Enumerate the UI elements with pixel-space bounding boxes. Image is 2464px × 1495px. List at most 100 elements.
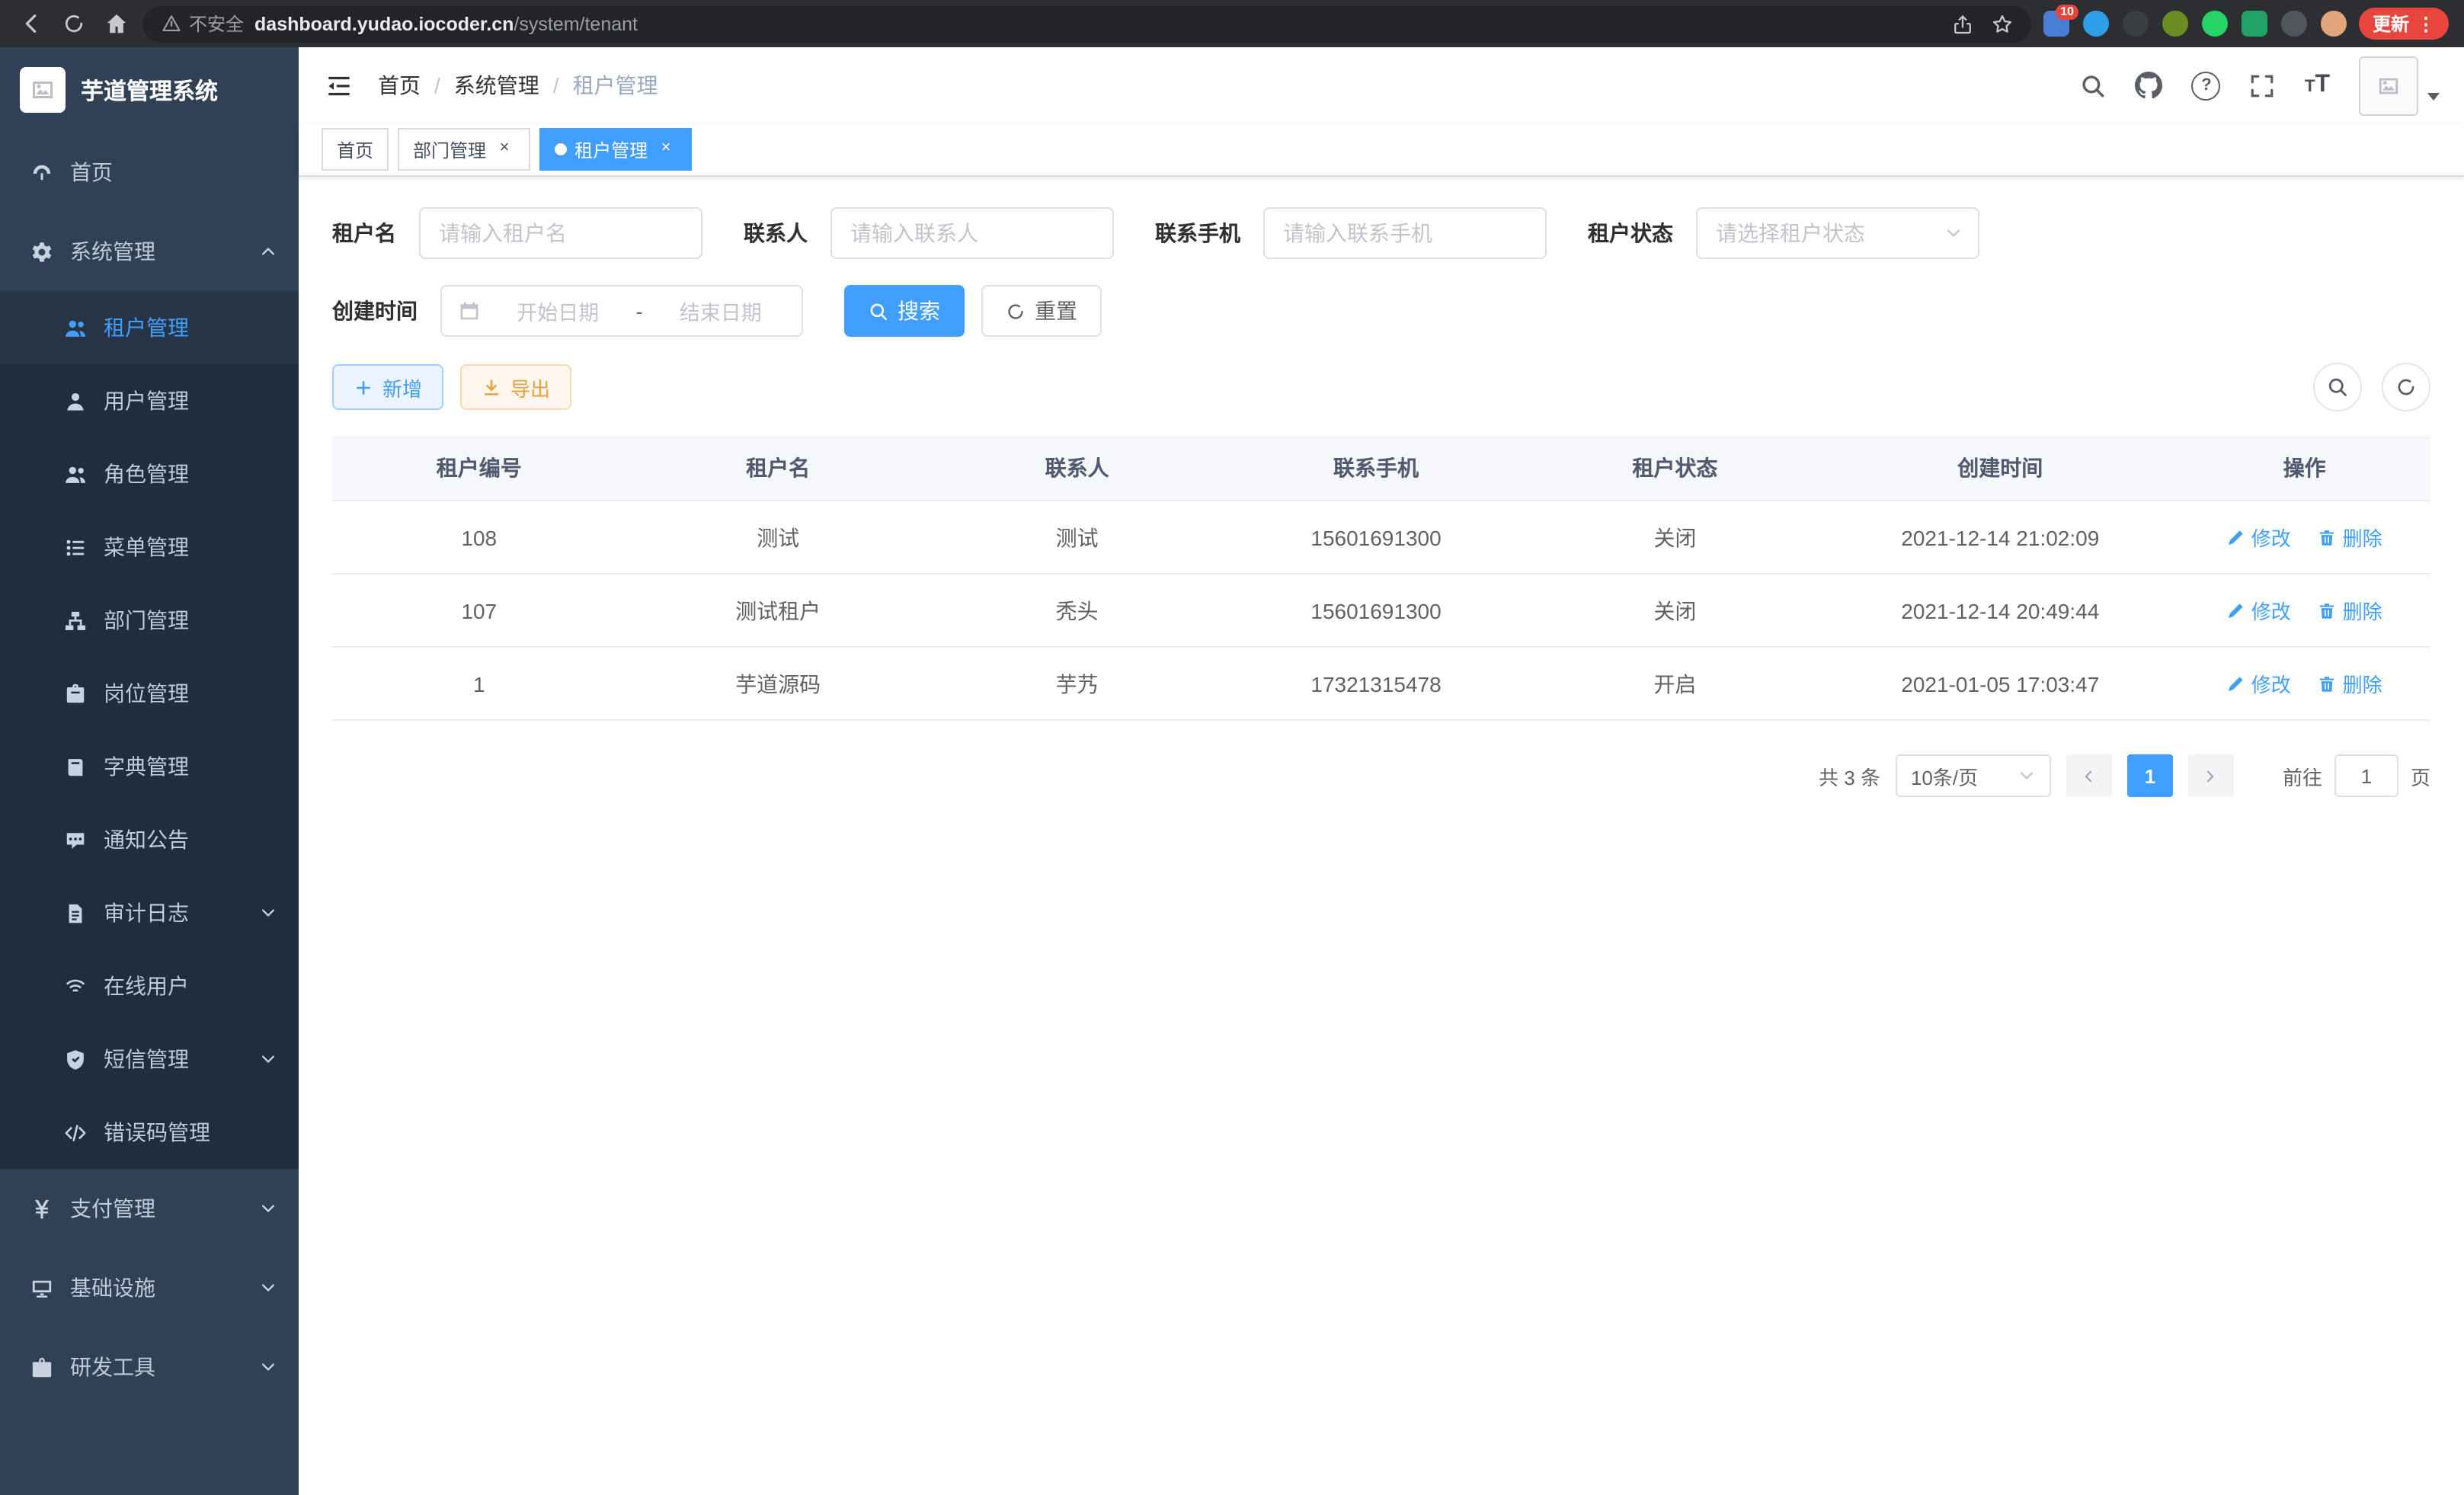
- sidebar-item-label: 系统管理: [70, 236, 155, 267]
- security-status[interactable]: 不安全: [162, 11, 244, 37]
- extension-icon[interactable]: [2202, 11, 2228, 37]
- sidebar-item-online-user[interactable]: 在线用户: [0, 949, 299, 1023]
- delete-link[interactable]: 删除: [2318, 523, 2382, 552]
- status-select[interactable]: 请选择租户状态: [1696, 207, 1979, 259]
- add-button[interactable]: 新增: [332, 364, 443, 410]
- sidebar-item-audit-log[interactable]: 审计日志: [0, 876, 299, 949]
- search-button[interactable]: 搜索: [844, 285, 965, 337]
- filter-form-row-1: 租户名 联系人 联系手机 租户状态 请选择租户状态: [332, 207, 2430, 259]
- browser-back-button[interactable]: [15, 8, 46, 39]
- breadcrumb-system[interactable]: 系统管理: [454, 70, 539, 101]
- profile-avatar-icon[interactable]: [2321, 11, 2347, 37]
- delete-label: 删除: [2343, 669, 2382, 698]
- extension-icon[interactable]: [2281, 11, 2307, 37]
- col-created: 创建时间: [1822, 436, 2178, 501]
- address-bar[interactable]: 不安全 dashboard.yudao.iocoder.cn/system/te…: [143, 5, 2031, 42]
- date-range-picker[interactable]: 开始日期 - 结束日期: [440, 285, 803, 337]
- sidebar-item-user[interactable]: 用户管理: [0, 364, 299, 437]
- next-page-button[interactable]: [2188, 754, 2234, 797]
- refresh-table-button[interactable]: [2382, 363, 2430, 411]
- sidebar-item-home[interactable]: 首页: [0, 133, 299, 212]
- sidebar-item-infra[interactable]: 基础设施: [0, 1248, 299, 1327]
- cell-actions: 修改 删除: [2178, 501, 2430, 574]
- edit-icon: [2227, 601, 2245, 619]
- page-number-button[interactable]: 1: [2127, 754, 2173, 797]
- dict-icon: [64, 755, 87, 778]
- sidebar-item-post[interactable]: 岗位管理: [0, 657, 299, 730]
- sidebar-item-sms[interactable]: 短信管理: [0, 1023, 299, 1096]
- close-icon[interactable]: ×: [494, 139, 515, 160]
- font-size-icon[interactable]: TT: [2305, 73, 2330, 98]
- edit-link[interactable]: 修改: [2227, 669, 2291, 698]
- col-mobile: 联系手机: [1224, 436, 1528, 501]
- cell-contact: 测试: [930, 501, 1224, 574]
- bookmark-star-icon[interactable]: [1992, 13, 2013, 34]
- export-button[interactable]: 导出: [460, 364, 571, 410]
- mobile-input[interactable]: [1263, 207, 1547, 259]
- tab-tenant[interactable]: 租户管理 ×: [539, 128, 692, 171]
- browser-reload-button[interactable]: [58, 8, 88, 39]
- url-text: dashboard.yudao.iocoder.cn/system/tenant: [254, 13, 1941, 34]
- delete-link[interactable]: 删除: [2318, 669, 2382, 698]
- breadcrumb-home[interactable]: 首页: [378, 70, 421, 101]
- user-icon: [64, 389, 87, 412]
- close-icon[interactable]: ×: [655, 139, 677, 160]
- sidebar-item-error-code[interactable]: 错误码管理: [0, 1096, 299, 1169]
- chrome-update-button[interactable]: 更新 ⋮: [2359, 8, 2449, 40]
- fullscreen-icon[interactable]: [2250, 72, 2276, 98]
- add-button-label: 新增: [382, 373, 422, 402]
- share-icon[interactable]: [1952, 13, 1973, 34]
- sidebar-item-tenant[interactable]: 租户管理: [0, 291, 299, 364]
- contact-input[interactable]: [830, 207, 1114, 259]
- page-size-select[interactable]: 10条/页: [1896, 754, 2051, 797]
- reset-button[interactable]: 重置: [981, 285, 1102, 337]
- sms-icon: [64, 1048, 87, 1071]
- extension-icon[interactable]: 10: [2043, 11, 2069, 37]
- gear-icon: [30, 240, 53, 263]
- sidebar-item-menu[interactable]: 菜单管理: [0, 511, 299, 584]
- status-placeholder: 请选择租户状态: [1716, 218, 1865, 248]
- page-content: 租户名 联系人 联系手机 租户状态 请选择租户状态: [299, 177, 2464, 1495]
- browser-menu-icon[interactable]: ⋮: [2417, 13, 2435, 34]
- tab-dept[interactable]: 部门管理 ×: [398, 128, 530, 171]
- page-unit-label: 页: [2411, 761, 2430, 790]
- avatar[interactable]: [2359, 56, 2418, 115]
- menu-icon: [64, 536, 87, 559]
- tab-home[interactable]: 首页: [322, 128, 389, 171]
- chevron-down-icon: [259, 1199, 277, 1218]
- user-menu[interactable]: [2359, 56, 2440, 115]
- delete-link[interactable]: 删除: [2318, 596, 2382, 625]
- cell-status: 关闭: [1528, 574, 1822, 647]
- goto-page-input[interactable]: [2334, 754, 2398, 797]
- extension-icon[interactable]: [2083, 11, 2109, 37]
- create-time-label: 创建时间: [332, 296, 418, 326]
- prev-page-button[interactable]: [2066, 754, 2112, 797]
- browser-toolbar: 不安全 dashboard.yudao.iocoder.cn/system/te…: [0, 0, 2464, 47]
- sidebar-item-dept[interactable]: 部门管理: [0, 584, 299, 657]
- search-icon[interactable]: [2081, 72, 2107, 98]
- chevron-down-icon: [259, 1279, 277, 1297]
- sidebar-item-notice[interactable]: 通知公告: [0, 803, 299, 876]
- tenant-name-input[interactable]: [419, 207, 702, 259]
- trash-icon: [2318, 601, 2337, 619]
- sidebar-item-system[interactable]: 系统管理: [0, 212, 299, 291]
- sidebar-item-payment[interactable]: 支付管理: [0, 1169, 299, 1248]
- tab-label: 部门管理: [413, 136, 486, 162]
- sidebar-item-dict[interactable]: 字典管理: [0, 730, 299, 803]
- sidebar-item-role[interactable]: 角色管理: [0, 437, 299, 511]
- app-logo[interactable]: 芋道管理系统: [0, 47, 299, 133]
- sidebar-item-label: 首页: [70, 157, 113, 187]
- sidebar-item-label: 角色管理: [104, 459, 189, 489]
- help-icon[interactable]: ?: [2192, 71, 2221, 100]
- extension-icon[interactable]: [2123, 11, 2149, 37]
- edit-link[interactable]: 修改: [2227, 523, 2291, 552]
- sidebar-item-devtool[interactable]: 研发工具: [0, 1327, 299, 1407]
- github-icon[interactable]: [2136, 72, 2163, 99]
- browser-home-button[interactable]: [101, 8, 131, 39]
- extension-icon[interactable]: [2242, 11, 2267, 37]
- edit-link[interactable]: 修改: [2227, 596, 2291, 625]
- extension-icon[interactable]: [2162, 11, 2188, 37]
- sidebar-collapse-button[interactable]: [311, 58, 366, 113]
- toggle-search-button[interactable]: [2313, 363, 2362, 411]
- start-date-placeholder: 开始日期: [494, 296, 622, 326]
